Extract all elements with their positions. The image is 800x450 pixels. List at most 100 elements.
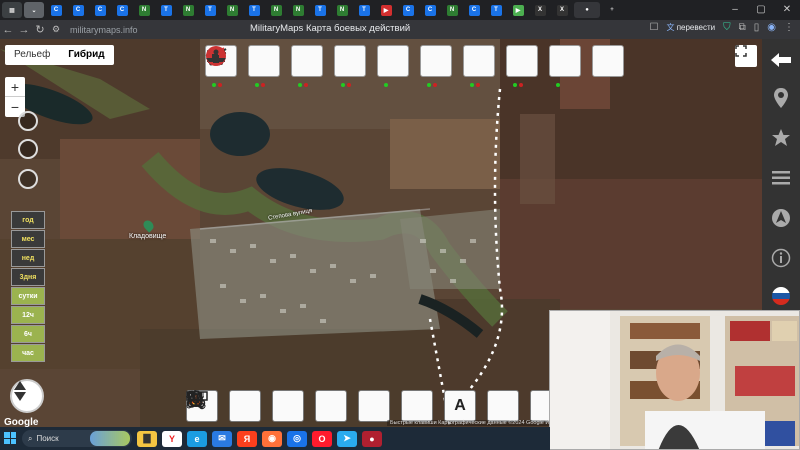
browser-tab[interactable]: N: [134, 2, 154, 18]
url-field[interactable]: militarymaps.info: [70, 25, 138, 35]
app-icon[interactable]: ●: [362, 430, 382, 447]
browser-tab[interactable]: N: [332, 2, 352, 18]
minimize-button[interactable]: –: [722, 0, 748, 20]
location-pin-icon[interactable]: [762, 79, 800, 117]
site-info-icon[interactable]: ⚙: [48, 24, 64, 35]
zoom-in-button[interactable]: +: [5, 77, 25, 97]
layer-hybrid-button[interactable]: Гибрид: [59, 45, 113, 65]
browser-tab[interactable]: T: [310, 2, 330, 18]
translate-button[interactable]: 文 перевести: [666, 22, 715, 33]
webcam-video: [550, 311, 799, 449]
tab-favicon-icon: N: [226, 4, 238, 16]
back-arrow-icon[interactable]: [762, 41, 800, 79]
forward-icon[interactable]: →: [16, 24, 32, 36]
browser-tab[interactable]: C: [398, 2, 418, 18]
browser-tab[interactable]: N: [442, 2, 462, 18]
browser-tab[interactable]: ▶: [508, 2, 528, 18]
firefox-icon[interactable]: ◉: [262, 430, 282, 447]
soldier-icon[interactable]: [206, 45, 581, 77]
text-tool-button[interactable]: A: [444, 390, 476, 422]
new-tab-button[interactable]: +: [602, 2, 622, 18]
opera-icon[interactable]: O: [312, 430, 332, 447]
browser-tab[interactable]: N: [222, 2, 242, 18]
tab-favicon-icon: X: [534, 4, 546, 16]
back-icon[interactable]: ←: [0, 24, 16, 36]
route-icon[interactable]: [186, 390, 347, 422]
map-layer-switch: Рельеф Гибрид: [5, 45, 114, 65]
browser-tab[interactable]: C: [68, 2, 88, 18]
browser-tab[interactable]: C: [112, 2, 132, 18]
airborne-icon[interactable]: [207, 45, 409, 77]
mlrs-icon[interactable]: [207, 45, 366, 77]
helicopter-icon[interactable]: [205, 45, 452, 77]
browser-tab[interactable]: N: [288, 2, 308, 18]
reload-icon[interactable]: ↻: [32, 23, 48, 36]
vehicle-icon[interactable]: [206, 45, 280, 77]
taskbar-search[interactable]: ⌕ Поиск: [22, 430, 132, 447]
sidebar-toggle-icon[interactable]: ▯: [754, 22, 760, 33]
tab-search-icon[interactable]: ▦: [2, 2, 22, 18]
browser-tab[interactable]: T: [486, 2, 506, 18]
browser-tab[interactable]: T: [156, 2, 176, 18]
shield-icon[interactable]: ⛉: [723, 22, 731, 33]
chrome-icon[interactable]: ◎: [287, 430, 307, 447]
yandex-icon[interactable]: Я: [237, 430, 257, 447]
browser-tab[interactable]: C: [90, 2, 110, 18]
browser-tab[interactable]: T: [244, 2, 264, 18]
star-icon[interactable]: [186, 390, 261, 422]
browser-tab[interactable]: X: [530, 2, 550, 18]
time-filter-day[interactable]: сутки: [11, 287, 45, 305]
profile-icon[interactable]: ◉: [767, 22, 776, 33]
ship-icon[interactable]: [206, 45, 624, 77]
browser-tab[interactable]: C: [464, 2, 484, 18]
tab-active-militarymaps[interactable]: ●: [574, 2, 600, 18]
browser-tab[interactable]: N: [266, 2, 286, 18]
layer-relief-button[interactable]: Рельеф: [5, 45, 59, 65]
windows-start-icon[interactable]: [4, 432, 16, 444]
browser-tab[interactable]: C: [46, 2, 66, 18]
rotate-icon[interactable]: [18, 111, 38, 131]
north-arrow-icon[interactable]: [762, 199, 800, 237]
time-filter-3days[interactable]: 3дня: [11, 268, 45, 286]
fullscreen-button[interactable]: [735, 45, 757, 67]
time-filter-year[interactable]: год: [11, 211, 45, 229]
mail-icon[interactable]: ✉: [212, 430, 232, 447]
layers-icon[interactable]: [18, 139, 38, 159]
time-filter-12h[interactable]: 12ч: [11, 306, 45, 324]
time-filter-month[interactable]: мес: [11, 230, 45, 248]
zoom-control: + −: [5, 77, 25, 117]
browser-tab[interactable]: C: [420, 2, 440, 18]
time-filter-6h[interactable]: 6ч: [11, 325, 45, 343]
browser-tab[interactable]: N: [178, 2, 198, 18]
tank-icon[interactable]: [207, 45, 495, 77]
ruler-icon[interactable]: [186, 390, 433, 422]
map-credit[interactable]: Быстрые клавиши Картографические данные …: [387, 420, 563, 426]
compass-button[interactable]: [10, 379, 44, 413]
unit-type-bar: [205, 45, 624, 77]
maximize-button[interactable]: ▢: [748, 0, 774, 20]
browser-tab[interactable]: X: [552, 2, 572, 18]
extensions-icon[interactable]: ⧉: [739, 22, 746, 33]
tab-chevron-icon[interactable]: ⌄: [24, 2, 44, 18]
biohazard-icon[interactable]: [186, 390, 519, 422]
rocket-launcher-icon[interactable]: [208, 45, 323, 77]
time-filter-1h[interactable]: час: [11, 344, 45, 362]
info-icon[interactable]: [762, 239, 800, 277]
time-filter-week[interactable]: нед: [11, 249, 45, 267]
close-button[interactable]: ✕: [774, 0, 800, 20]
more-menu-icon[interactable]: ⋮: [784, 22, 794, 33]
clock-icon[interactable]: [18, 169, 38, 189]
polygon-icon[interactable]: [186, 390, 390, 422]
yandex-browser-icon[interactable]: Y: [162, 430, 182, 447]
self-propelled-gun-icon[interactable]: [207, 45, 538, 77]
bookmark-icon[interactable]: ☐: [649, 22, 658, 33]
browser-tab[interactable]: T: [200, 2, 220, 18]
browser-tab[interactable]: T: [354, 2, 374, 18]
telegram-icon[interactable]: ➤: [337, 430, 357, 447]
menu-icon[interactable]: [762, 159, 800, 197]
browser-tab[interactable]: ▶: [376, 2, 396, 18]
file-explorer-icon[interactable]: ▇: [137, 430, 157, 447]
explosion-icon[interactable]: [188, 390, 304, 422]
favorite-star-icon[interactable]: [762, 119, 800, 157]
edge-icon[interactable]: e: [187, 430, 207, 447]
